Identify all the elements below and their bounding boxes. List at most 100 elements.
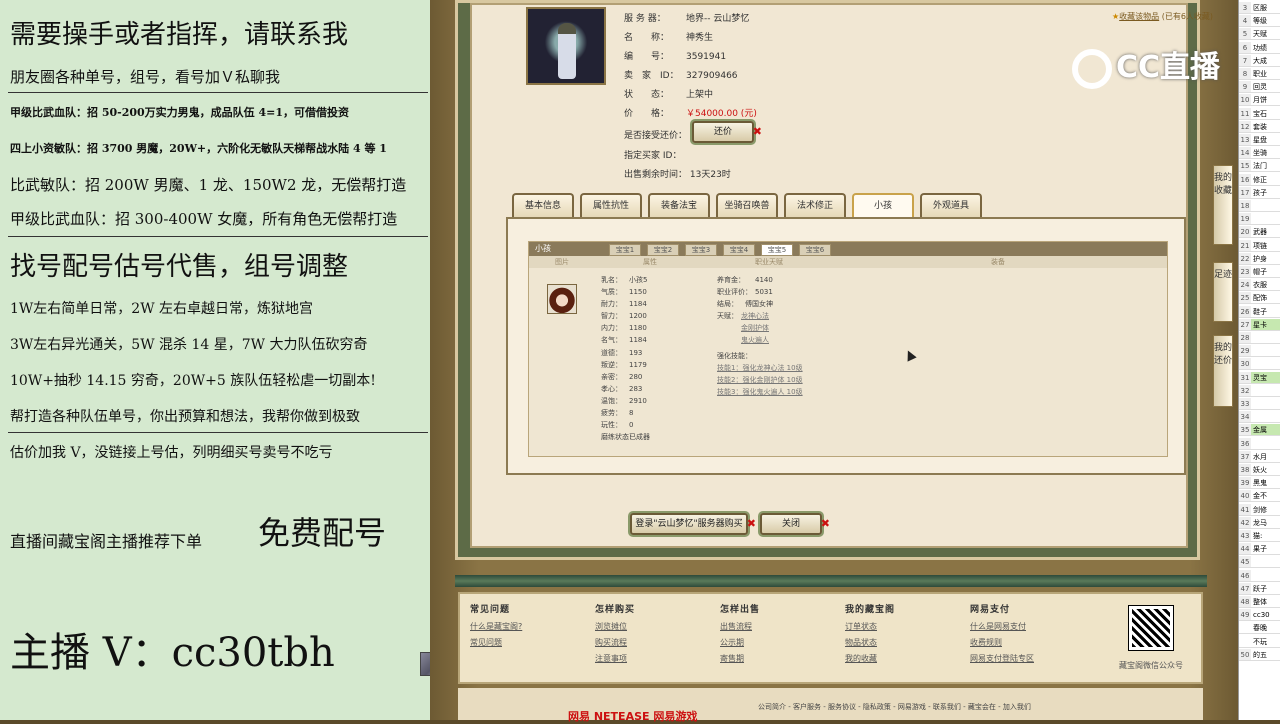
spreadsheet-row[interactable]: 31 灵宝 <box>1239 371 1280 384</box>
promo-line: 比武敏队：招 200W 男魔、1 龙、150W2 龙，无偿帮打造 <box>10 176 407 194</box>
spreadsheet-row[interactable]: 3 区服 <box>1239 2 1280 14</box>
tab-basic-info[interactable]: 基本信息 <box>512 193 574 219</box>
spreadsheet-row[interactable]: 44 果子 <box>1239 543 1280 556</box>
stat-label: 道德： <box>601 348 622 357</box>
tab-spells[interactable]: 法术修正 <box>784 193 846 219</box>
spreadsheet-row[interactable]: 13 星盘 <box>1239 134 1280 146</box>
spreadsheet-row[interactable]: 22 护身 <box>1239 252 1280 265</box>
spreadsheet-row[interactable]: 37 水月 <box>1239 450 1280 463</box>
spreadsheet-row[interactable]: 23 帽子 <box>1239 266 1280 278</box>
help-link[interactable]: 什么是网易支付 <box>970 621 1034 632</box>
spreadsheet-row[interactable]: 34 <box>1239 411 1280 424</box>
spreadsheet-row[interactable]: 47 跃子 <box>1239 582 1280 595</box>
help-link[interactable]: 物品状态 <box>845 637 895 648</box>
counter-offer-button[interactable]: 还价 ✖ <box>692 121 762 143</box>
spreadsheet-row[interactable]: 9 回灵 <box>1239 81 1280 94</box>
spreadsheet-row[interactable]: 45 <box>1239 556 1280 569</box>
spreadsheet-row[interactable]: 7 大成 <box>1239 54 1280 67</box>
spreadsheet-row[interactable]: 16 修正 <box>1239 173 1280 186</box>
help-link[interactable]: 购买流程 <box>595 637 635 648</box>
spreadsheet-row[interactable]: 39 黑鬼 <box>1239 477 1280 490</box>
help-link[interactable]: 寄售期 <box>720 653 760 664</box>
help-link[interactable]: 订单状态 <box>845 621 895 632</box>
spreadsheet-row[interactable]: 6 功绩 <box>1239 41 1280 54</box>
spreadsheet-row[interactable]: 43 猫: <box>1239 530 1280 542</box>
spreadsheet-row[interactable]: 28 <box>1239 332 1280 344</box>
spreadsheet-row[interactable]: 5 天赋 <box>1239 28 1280 41</box>
spreadsheet-row[interactable]: 21 项链 <box>1239 239 1280 252</box>
subtab-baby-3[interactable]: 宝宝3 <box>685 244 717 256</box>
help-link[interactable]: 什么是藏宝阁? <box>470 621 522 632</box>
side-button-my-offers[interactable]: 我的还价 <box>1213 335 1233 407</box>
subtab-baby-1[interactable]: 宝宝1 <box>609 244 641 256</box>
spreadsheet-row[interactable]: 19 <box>1239 213 1280 226</box>
spreadsheet-row[interactable]: 春晚 <box>1239 622 1280 635</box>
spreadsheet-row[interactable]: 49 cc30 <box>1239 609 1280 622</box>
tab-equipment[interactable]: 装备法宝 <box>648 193 710 219</box>
spreadsheet-row[interactable]: 27 星卡 <box>1239 318 1280 331</box>
subtab-baby-2[interactable]: 宝宝2 <box>647 244 679 256</box>
favorite-link[interactable]: ★收藏该物品 (已有6人收藏) <box>1112 11 1213 22</box>
spreadsheet-row[interactable]: 4 等级 <box>1239 15 1280 28</box>
child-stat-row: 名气： 1184 <box>601 334 650 346</box>
talent-link[interactable]: 金刚护体 <box>741 324 769 332</box>
help-link[interactable]: 公示期 <box>720 637 760 648</box>
side-button-favorites[interactable]: 我的收藏 <box>1213 165 1233 245</box>
side-button-footprints[interactable]: 足迹 <box>1213 262 1233 322</box>
help-link[interactable]: 浏览摊位 <box>595 621 635 632</box>
row-text: 的五 <box>1253 650 1267 659</box>
row-number: 29 <box>1239 345 1251 357</box>
spreadsheet-row[interactable]: 50 的五 <box>1239 648 1280 661</box>
child-stat-row: 玩性： 0 <box>601 419 650 431</box>
spreadsheet-row[interactable]: 24 衣服 <box>1239 279 1280 292</box>
help-link[interactable]: 收费规则 <box>970 637 1034 648</box>
spreadsheet-row[interactable]: 不玩 <box>1239 636 1280 648</box>
tab-attributes[interactable]: 属性抗性 <box>580 193 642 219</box>
stat-value: 1180 <box>629 324 647 333</box>
tab-appearance[interactable]: 外观道具 <box>920 193 982 219</box>
spreadsheet-row[interactable]: 29 <box>1239 345 1280 358</box>
talent-link[interactable]: 龙神心法 <box>741 312 769 320</box>
help-link[interactable]: 网易支付登陆专区 <box>970 653 1034 664</box>
spreadsheet-row[interactable]: 10 月饼 <box>1239 94 1280 107</box>
spreadsheet-row[interactable]: 18 <box>1239 200 1280 212</box>
subtab-baby-6[interactable]: 宝宝6 <box>799 244 831 256</box>
skill-link[interactable]: 技能3：强化鬼火遍人 10级 <box>717 388 803 396</box>
tab-child[interactable]: 小孩 <box>852 193 914 219</box>
divider <box>8 432 428 433</box>
spreadsheet-row[interactable]: 30 <box>1239 358 1280 371</box>
spreadsheet-row[interactable]: 32 <box>1239 384 1280 397</box>
spreadsheet-row[interactable]: 46 <box>1239 569 1280 582</box>
copyright-links[interactable]: 公司简介 - 客户服务 - 服务协议 - 隐私政策 - 网易游戏 - 联系我们 … <box>758 702 1031 712</box>
spreadsheet-row[interactable]: 40 金不 <box>1239 490 1280 503</box>
help-link[interactable]: 注意事项 <box>595 653 635 664</box>
label-server: 服 务 器： <box>624 14 666 24</box>
subtab-baby-4[interactable]: 宝宝4 <box>723 244 755 256</box>
spreadsheet-row[interactable]: 48 整体 <box>1239 596 1280 608</box>
spreadsheet-row[interactable]: 12 套装 <box>1239 120 1280 133</box>
spreadsheet-row[interactable]: 11 宝石 <box>1239 107 1280 120</box>
spreadsheet-row[interactable]: 20 武器 <box>1239 226 1280 239</box>
tab-mounts[interactable]: 坐骑召唤兽 <box>716 193 778 219</box>
spreadsheet-row[interactable]: 41 剑修 <box>1239 503 1280 516</box>
spreadsheet-row[interactable]: 26 鞋子 <box>1239 305 1280 318</box>
skill-link[interactable]: 技能2：强化金刚护体 10级 <box>717 376 803 384</box>
skill-link[interactable]: 技能1：强化龙神心法 10级 <box>717 364 803 372</box>
spreadsheet-row[interactable]: 17 孩子 <box>1239 186 1280 199</box>
help-link[interactable]: 出售流程 <box>720 621 760 632</box>
spreadsheet-row[interactable]: 25 配饰 <box>1239 292 1280 305</box>
help-link[interactable]: 常见问题 <box>470 637 522 648</box>
spreadsheet-row[interactable]: 8 职业 <box>1239 68 1280 80</box>
spreadsheet-row[interactable]: 38 妖火 <box>1239 464 1280 476</box>
close-button[interactable]: 关闭 ✖ <box>760 513 830 535</box>
spreadsheet-row[interactable]: 35 金属 <box>1239 424 1280 437</box>
spreadsheet-row[interactable]: 42 龙马 <box>1239 516 1280 529</box>
spreadsheet-row[interactable]: 15 法门 <box>1239 160 1280 173</box>
spreadsheet-row[interactable]: 36 <box>1239 437 1280 450</box>
help-link[interactable]: 我的收藏 <box>845 653 895 664</box>
login-buy-button[interactable]: 登录"云山梦忆"服务器购买 ✖ <box>630 513 756 535</box>
spreadsheet-row[interactable]: 33 <box>1239 398 1280 410</box>
subtab-baby-5[interactable]: 宝宝5 <box>761 244 793 256</box>
talent-link[interactable]: 鬼火遍人 <box>741 336 769 344</box>
spreadsheet-row[interactable]: 14 坐骑 <box>1239 147 1280 160</box>
